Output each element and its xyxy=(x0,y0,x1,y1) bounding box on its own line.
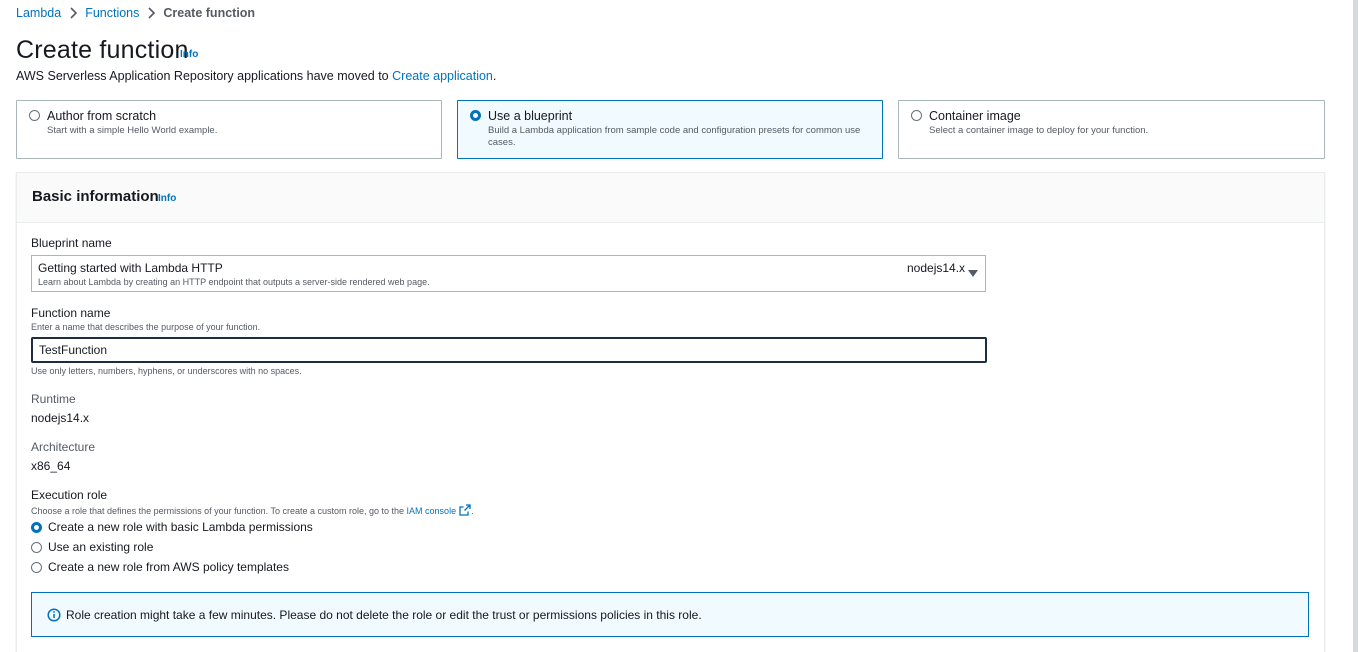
alert-text: Role creation might take a few minutes. … xyxy=(66,608,702,622)
option-author-from-scratch[interactable]: Author from scratch Start with a simple … xyxy=(16,100,442,159)
create-application-link[interactable]: Create application xyxy=(392,69,493,83)
role-option-label: Create a new role with basic Lambda perm… xyxy=(48,520,313,534)
option-title: Container image xyxy=(929,109,1021,123)
option-description: Start with a simple Hello World example. xyxy=(47,125,218,136)
chevron-right-icon xyxy=(61,5,85,21)
blueprint-select[interactable]: Getting started with Lambda HTTP Learn a… xyxy=(31,255,986,292)
page-title: Create function xyxy=(16,36,189,64)
breadcrumb-functions-link[interactable]: Functions xyxy=(85,6,139,20)
panel-header: Basic information Info xyxy=(17,173,1324,223)
function-name-label: Function name xyxy=(31,306,111,320)
function-name-input[interactable] xyxy=(31,337,987,363)
execution-role-label: Execution role xyxy=(31,488,108,502)
blueprint-selected-title: Getting started with Lambda HTTP xyxy=(38,261,223,275)
external-link-icon[interactable] xyxy=(459,504,471,516)
panel-title: Basic information xyxy=(32,188,159,205)
function-name-constraint: Use only letters, numbers, hyphens, or u… xyxy=(31,366,302,376)
role-creation-alert: Role creation might take a few minutes. … xyxy=(31,592,1309,637)
role-radio[interactable] xyxy=(31,541,42,553)
moved-notice-suffix: . xyxy=(492,69,497,83)
option-use-blueprint[interactable]: Use a blueprint Build a Lambda applicati… xyxy=(457,100,883,159)
chevron-right-icon xyxy=(139,5,163,21)
iam-console-link[interactable]: IAM console xyxy=(407,506,457,516)
blueprint-selected-description: Learn about Lambda by creating an HTTP e… xyxy=(38,277,430,287)
option-radio[interactable] xyxy=(911,110,922,121)
blueprint-runtime-tag: nodejs14.x xyxy=(907,261,966,275)
option-description: Build a Lambda application from sample c… xyxy=(488,125,861,148)
runtime-label: Runtime xyxy=(31,392,76,406)
option-radio[interactable] xyxy=(470,110,481,121)
role-radio[interactable] xyxy=(31,561,42,573)
panel-info-link[interactable]: Info xyxy=(158,193,176,204)
caret-down-icon xyxy=(968,270,978,277)
function-name-description: Enter a name that describes the purpose … xyxy=(31,322,261,332)
basic-information-panel: Basic information Info xyxy=(16,172,1325,652)
execution-role-description: Choose a role that defines the permissio… xyxy=(31,504,474,516)
blueprint-name-label: Blueprint name xyxy=(31,236,112,250)
title-info-link[interactable]: Info xyxy=(180,49,198,60)
option-title: Use a blueprint xyxy=(488,109,573,123)
role-option-label: Create a new role from AWS policy templa… xyxy=(48,560,289,574)
breadcrumb-lambda-link[interactable]: Lambda xyxy=(16,6,61,20)
window-edge xyxy=(1353,0,1358,652)
breadcrumb-current: Create function xyxy=(163,6,256,20)
role-radio[interactable] xyxy=(31,521,42,533)
option-title: Author from scratch xyxy=(47,109,157,123)
role-option-policy-templates[interactable]: Create a new role from AWS policy templa… xyxy=(31,559,289,575)
breadcrumb: Lambda Functions Create function xyxy=(16,5,255,21)
option-description: Select a container image to deploy for y… xyxy=(929,125,1149,136)
option-container-image[interactable]: Container image Select a container image… xyxy=(898,100,1325,159)
runtime-value: nodejs14.x xyxy=(31,411,90,425)
moved-notice: AWS Serverless Application Repository ap… xyxy=(16,69,496,83)
role-option-use-existing[interactable]: Use an existing role xyxy=(31,539,153,555)
role-option-label: Use an existing role xyxy=(48,540,154,554)
info-circle-icon xyxy=(47,608,61,622)
execution-role-description-suffix: . xyxy=(471,506,474,516)
option-radio[interactable] xyxy=(29,110,40,121)
execution-role-description-text: Choose a role that defines the permissio… xyxy=(31,506,407,516)
architecture-label: Architecture xyxy=(31,440,96,454)
role-option-create-basic[interactable]: Create a new role with basic Lambda perm… xyxy=(31,519,313,535)
moved-notice-text: AWS Serverless Application Repository ap… xyxy=(16,69,393,83)
architecture-value: x86_64 xyxy=(31,459,71,473)
